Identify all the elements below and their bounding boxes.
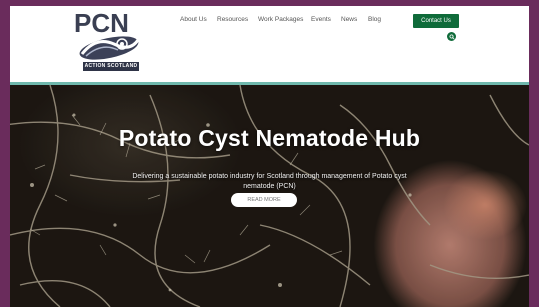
nav-events[interactable]: Events — [311, 16, 331, 23]
page: PCN ACTION SCOTLAND About Us Resources W… — [10, 6, 529, 307]
site-logo[interactable]: PCN ACTION SCOTLAND — [70, 8, 150, 76]
nav-news[interactable]: News — [341, 16, 357, 23]
hero-banner: Potato Cyst Nematode Hub Delivering a su… — [10, 85, 529, 307]
read-more-button[interactable]: READ MORE — [231, 193, 297, 207]
site-header: PCN ACTION SCOTLAND About Us Resources W… — [10, 6, 529, 82]
contact-us-button[interactable]: Contact Us — [413, 14, 459, 28]
search-button[interactable] — [447, 32, 456, 41]
logo-tagline: ACTION SCOTLAND — [83, 62, 139, 71]
hero-title: Potato Cyst Nematode Hub — [118, 125, 421, 151]
search-icon — [448, 33, 455, 40]
nav-resources[interactable]: Resources — [217, 16, 248, 23]
nav-blog[interactable]: Blog — [368, 16, 381, 23]
nav-work-packages[interactable]: Work Packages — [258, 16, 303, 23]
hero-subtitle: Delivering a sustainable potato industry… — [132, 173, 407, 190]
nematode-logo-icon — [79, 36, 140, 60]
nav-about-us[interactable]: About Us — [180, 16, 207, 23]
